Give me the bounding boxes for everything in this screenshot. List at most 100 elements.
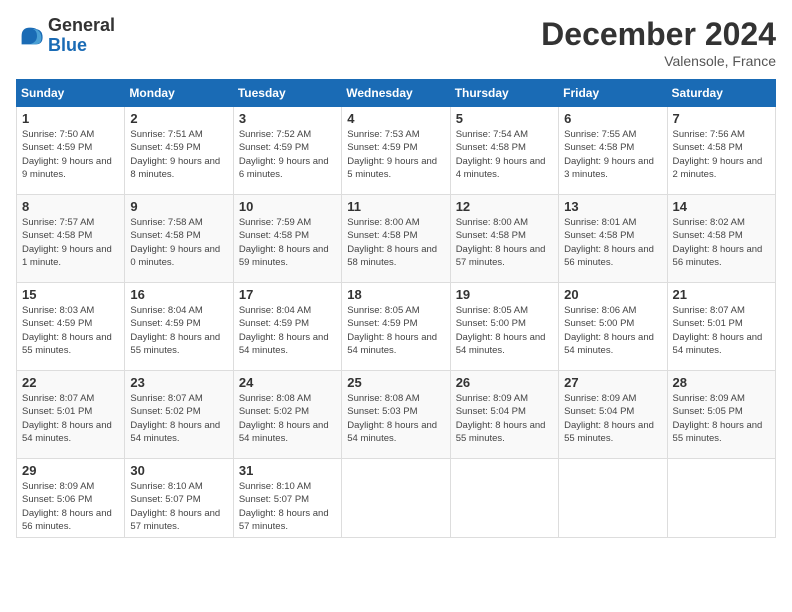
daylight-label: Daylight: 8 hours and 55 minutes.: [564, 420, 654, 444]
daylight-label: Daylight: 8 hours and 56 minutes.: [564, 244, 654, 268]
calendar-cell: 25 Sunrise: 8:08 AM Sunset: 5:03 PM Dayl…: [342, 371, 450, 459]
daylight-label: Daylight: 9 hours and 3 minutes.: [564, 156, 654, 180]
sunset-label: Sunset: 5:03 PM: [347, 406, 417, 417]
calendar-cell: 30 Sunrise: 8:10 AM Sunset: 5:07 PM Dayl…: [125, 459, 233, 538]
daylight-label: Daylight: 8 hours and 55 minutes.: [22, 332, 112, 356]
calendar-cell: 24 Sunrise: 8:08 AM Sunset: 5:02 PM Dayl…: [233, 371, 341, 459]
sunrise-label: Sunrise: 7:59 AM: [239, 217, 311, 228]
calendar-header-row: SundayMondayTuesdayWednesdayThursdayFrid…: [17, 80, 776, 107]
day-info: Sunrise: 7:55 AM Sunset: 4:58 PM Dayligh…: [564, 128, 661, 181]
sunrise-label: Sunrise: 8:00 AM: [456, 217, 528, 228]
sunrise-label: Sunrise: 8:04 AM: [239, 305, 311, 316]
day-number: 21: [673, 287, 770, 302]
calendar-cell: 10 Sunrise: 7:59 AM Sunset: 4:58 PM Dayl…: [233, 195, 341, 283]
day-info: Sunrise: 7:56 AM Sunset: 4:58 PM Dayligh…: [673, 128, 770, 181]
calendar-cell: 22 Sunrise: 8:07 AM Sunset: 5:01 PM Dayl…: [17, 371, 125, 459]
sunrise-label: Sunrise: 7:58 AM: [130, 217, 202, 228]
location: Valensole, France: [541, 53, 776, 69]
sunrise-label: Sunrise: 8:05 AM: [456, 305, 528, 316]
sunset-label: Sunset: 4:58 PM: [22, 230, 92, 241]
sunset-label: Sunset: 5:04 PM: [564, 406, 634, 417]
calendar-day-header: Tuesday: [233, 80, 341, 107]
title-section: December 2024 Valensole, France: [541, 16, 776, 69]
daylight-label: Daylight: 8 hours and 59 minutes.: [239, 244, 329, 268]
sunrise-label: Sunrise: 7:51 AM: [130, 129, 202, 140]
calendar-cell: 6 Sunrise: 7:55 AM Sunset: 4:58 PM Dayli…: [559, 107, 667, 195]
day-number: 3: [239, 111, 336, 126]
sunset-label: Sunset: 4:59 PM: [239, 318, 309, 329]
daylight-label: Daylight: 8 hours and 57 minutes.: [130, 508, 220, 532]
sunrise-label: Sunrise: 8:03 AM: [22, 305, 94, 316]
calendar-cell: [342, 459, 450, 538]
sunset-label: Sunset: 4:59 PM: [130, 142, 200, 153]
daylight-label: Daylight: 8 hours and 57 minutes.: [239, 508, 329, 532]
calendar-cell: 4 Sunrise: 7:53 AM Sunset: 4:59 PM Dayli…: [342, 107, 450, 195]
calendar-week-row: 22 Sunrise: 8:07 AM Sunset: 5:01 PM Dayl…: [17, 371, 776, 459]
calendar-cell: [559, 459, 667, 538]
calendar-cell: 20 Sunrise: 8:06 AM Sunset: 5:00 PM Dayl…: [559, 283, 667, 371]
day-info: Sunrise: 7:50 AM Sunset: 4:59 PM Dayligh…: [22, 128, 119, 181]
sunrise-label: Sunrise: 8:10 AM: [239, 481, 311, 492]
day-info: Sunrise: 8:09 AM Sunset: 5:05 PM Dayligh…: [673, 392, 770, 445]
sunrise-label: Sunrise: 8:01 AM: [564, 217, 636, 228]
calendar-cell: 15 Sunrise: 8:03 AM Sunset: 4:59 PM Dayl…: [17, 283, 125, 371]
day-number: 9: [130, 199, 227, 214]
calendar-cell: 8 Sunrise: 7:57 AM Sunset: 4:58 PM Dayli…: [17, 195, 125, 283]
day-number: 24: [239, 375, 336, 390]
sunset-label: Sunset: 4:58 PM: [673, 142, 743, 153]
calendar-cell: 5 Sunrise: 7:54 AM Sunset: 4:58 PM Dayli…: [450, 107, 558, 195]
day-info: Sunrise: 8:08 AM Sunset: 5:02 PM Dayligh…: [239, 392, 336, 445]
sunrise-label: Sunrise: 7:52 AM: [239, 129, 311, 140]
calendar-cell: [450, 459, 558, 538]
sunrise-label: Sunrise: 8:09 AM: [22, 481, 94, 492]
daylight-label: Daylight: 8 hours and 54 minutes.: [564, 332, 654, 356]
calendar-week-row: 29 Sunrise: 8:09 AM Sunset: 5:06 PM Dayl…: [17, 459, 776, 538]
sunrise-label: Sunrise: 7:50 AM: [22, 129, 94, 140]
sunset-label: Sunset: 5:07 PM: [239, 494, 309, 505]
calendar-cell: 12 Sunrise: 8:00 AM Sunset: 4:58 PM Dayl…: [450, 195, 558, 283]
daylight-label: Daylight: 8 hours and 58 minutes.: [347, 244, 437, 268]
sunrise-label: Sunrise: 8:08 AM: [347, 393, 419, 404]
logo-text: General Blue: [48, 16, 115, 56]
daylight-label: Daylight: 9 hours and 2 minutes.: [673, 156, 763, 180]
sunset-label: Sunset: 5:07 PM: [130, 494, 200, 505]
daylight-label: Daylight: 8 hours and 56 minutes.: [22, 508, 112, 532]
day-number: 7: [673, 111, 770, 126]
sunset-label: Sunset: 4:58 PM: [347, 230, 417, 241]
sunset-label: Sunset: 5:01 PM: [22, 406, 92, 417]
day-info: Sunrise: 8:09 AM Sunset: 5:06 PM Dayligh…: [22, 480, 119, 533]
sunset-label: Sunset: 4:59 PM: [347, 318, 417, 329]
calendar-cell: 26 Sunrise: 8:09 AM Sunset: 5:04 PM Dayl…: [450, 371, 558, 459]
day-info: Sunrise: 8:04 AM Sunset: 4:59 PM Dayligh…: [239, 304, 336, 357]
day-number: 17: [239, 287, 336, 302]
daylight-label: Daylight: 9 hours and 8 minutes.: [130, 156, 220, 180]
sunrise-label: Sunrise: 8:04 AM: [130, 305, 202, 316]
sunrise-label: Sunrise: 8:09 AM: [564, 393, 636, 404]
calendar-day-header: Friday: [559, 80, 667, 107]
sunset-label: Sunset: 4:59 PM: [239, 142, 309, 153]
day-info: Sunrise: 8:05 AM Sunset: 4:59 PM Dayligh…: [347, 304, 444, 357]
calendar-cell: 17 Sunrise: 8:04 AM Sunset: 4:59 PM Dayl…: [233, 283, 341, 371]
sunrise-label: Sunrise: 8:07 AM: [130, 393, 202, 404]
calendar-cell: 16 Sunrise: 8:04 AM Sunset: 4:59 PM Dayl…: [125, 283, 233, 371]
logo-general: General: [48, 16, 115, 36]
day-info: Sunrise: 8:10 AM Sunset: 5:07 PM Dayligh…: [130, 480, 227, 533]
day-info: Sunrise: 8:00 AM Sunset: 4:58 PM Dayligh…: [456, 216, 553, 269]
sunrise-label: Sunrise: 8:07 AM: [673, 305, 745, 316]
day-number: 1: [22, 111, 119, 126]
sunrise-label: Sunrise: 7:54 AM: [456, 129, 528, 140]
logo-blue: Blue: [48, 36, 115, 56]
day-info: Sunrise: 8:03 AM Sunset: 4:59 PM Dayligh…: [22, 304, 119, 357]
sunset-label: Sunset: 5:00 PM: [564, 318, 634, 329]
daylight-label: Daylight: 8 hours and 54 minutes.: [673, 332, 763, 356]
day-number: 31: [239, 463, 336, 478]
calendar-cell: 23 Sunrise: 8:07 AM Sunset: 5:02 PM Dayl…: [125, 371, 233, 459]
daylight-label: Daylight: 8 hours and 54 minutes.: [347, 332, 437, 356]
day-info: Sunrise: 7:51 AM Sunset: 4:59 PM Dayligh…: [130, 128, 227, 181]
calendar-cell: 27 Sunrise: 8:09 AM Sunset: 5:04 PM Dayl…: [559, 371, 667, 459]
sunset-label: Sunset: 5:02 PM: [130, 406, 200, 417]
sunrise-label: Sunrise: 8:10 AM: [130, 481, 202, 492]
daylight-label: Daylight: 8 hours and 54 minutes.: [456, 332, 546, 356]
calendar-cell: 29 Sunrise: 8:09 AM Sunset: 5:06 PM Dayl…: [17, 459, 125, 538]
day-number: 5: [456, 111, 553, 126]
